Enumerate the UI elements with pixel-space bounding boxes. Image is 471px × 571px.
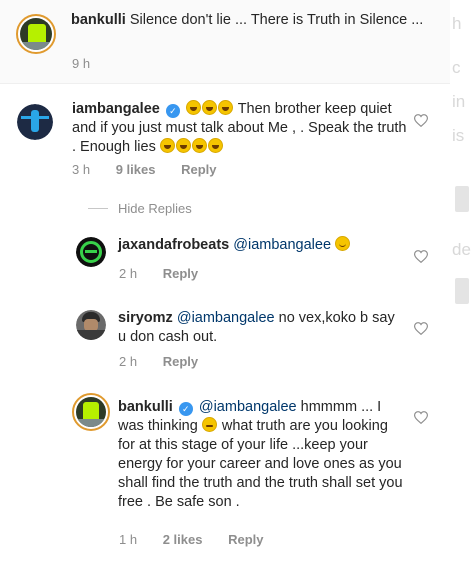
username[interactable]: siryomz: [118, 310, 173, 326]
username[interactable]: jaxandafrobeats: [118, 237, 229, 253]
grinning-sweat-emoji-icon: [201, 100, 217, 115]
avatar[interactable]: [17, 104, 53, 140]
divider-line: [88, 208, 108, 209]
timestamp: 2 h: [119, 266, 138, 281]
comment-text: iambangalee ✓ Then brother keep quiet an…: [72, 100, 408, 157]
username[interactable]: bankulli: [118, 399, 173, 415]
comment-meta: 3 h 9 likes Reply: [72, 162, 239, 177]
smiling-face-emoji-icon: [335, 236, 351, 251]
timestamp: 9 h: [72, 56, 91, 71]
timestamp: 1 h: [119, 532, 138, 547]
comment-text: bankulli Silence don't lie ... There is …: [71, 11, 441, 30]
comment-body: Silence don't lie ... There is Truth in …: [129, 12, 424, 28]
heart-icon[interactable]: [414, 250, 428, 263]
avatar[interactable]: [72, 393, 110, 431]
avatar[interactable]: [76, 237, 106, 267]
timestamp: 3 h: [72, 162, 91, 177]
background-element: [455, 278, 469, 304]
heart-icon[interactable]: [414, 411, 428, 424]
comment-meta: 9 h: [72, 56, 112, 71]
grinning-sweat-emoji-icon: [185, 100, 201, 115]
comment-text: bankulli ✓ @iambangalee hmmmm ... I was …: [118, 398, 403, 512]
thinking-face-emoji-icon: [201, 417, 217, 432]
likes-count[interactable]: 2 likes: [163, 532, 203, 547]
mention-link[interactable]: @iambangalee: [199, 399, 297, 415]
reply-button[interactable]: Reply: [181, 162, 216, 177]
background-element: [455, 186, 469, 212]
likes-count[interactable]: 9 likes: [116, 162, 156, 177]
grinning-sweat-emoji-icon: [217, 100, 233, 115]
verified-badge-icon: ✓: [178, 402, 193, 416]
mention-link[interactable]: @iambangalee: [177, 310, 275, 326]
reply-button[interactable]: Reply: [163, 354, 198, 369]
heart-icon[interactable]: [414, 114, 428, 127]
timestamp: 2 h: [119, 354, 138, 369]
grinning-sweat-emoji-icon: [159, 138, 175, 153]
comment-meta: 1 h 2 likes Reply: [119, 532, 286, 547]
avatar[interactable]: [16, 14, 56, 54]
reply-button[interactable]: Reply: [228, 532, 263, 547]
verified-badge-icon: ✓: [165, 104, 180, 118]
comment-meta: 2 h Reply: [119, 354, 220, 369]
mention-link[interactable]: @iambangalee: [233, 237, 331, 253]
grinning-sweat-emoji-icon: [175, 138, 191, 153]
comment-text: jaxandafrobeats @iambangalee: [118, 236, 418, 255]
username[interactable]: iambangalee: [72, 101, 160, 117]
reply-button[interactable]: Reply: [163, 266, 198, 281]
comment-text: siryomz @iambangalee no vex,koko b say u…: [118, 309, 398, 347]
grinning-sweat-emoji-icon: [191, 138, 207, 153]
tongue-out-emoji-icon: [207, 138, 223, 153]
username[interactable]: bankulli: [71, 12, 126, 28]
comment-meta: 2 h Reply: [119, 266, 220, 281]
hide-replies-button[interactable]: Hide Replies: [118, 201, 192, 216]
heart-icon[interactable]: [414, 322, 428, 335]
avatar[interactable]: [76, 310, 106, 340]
